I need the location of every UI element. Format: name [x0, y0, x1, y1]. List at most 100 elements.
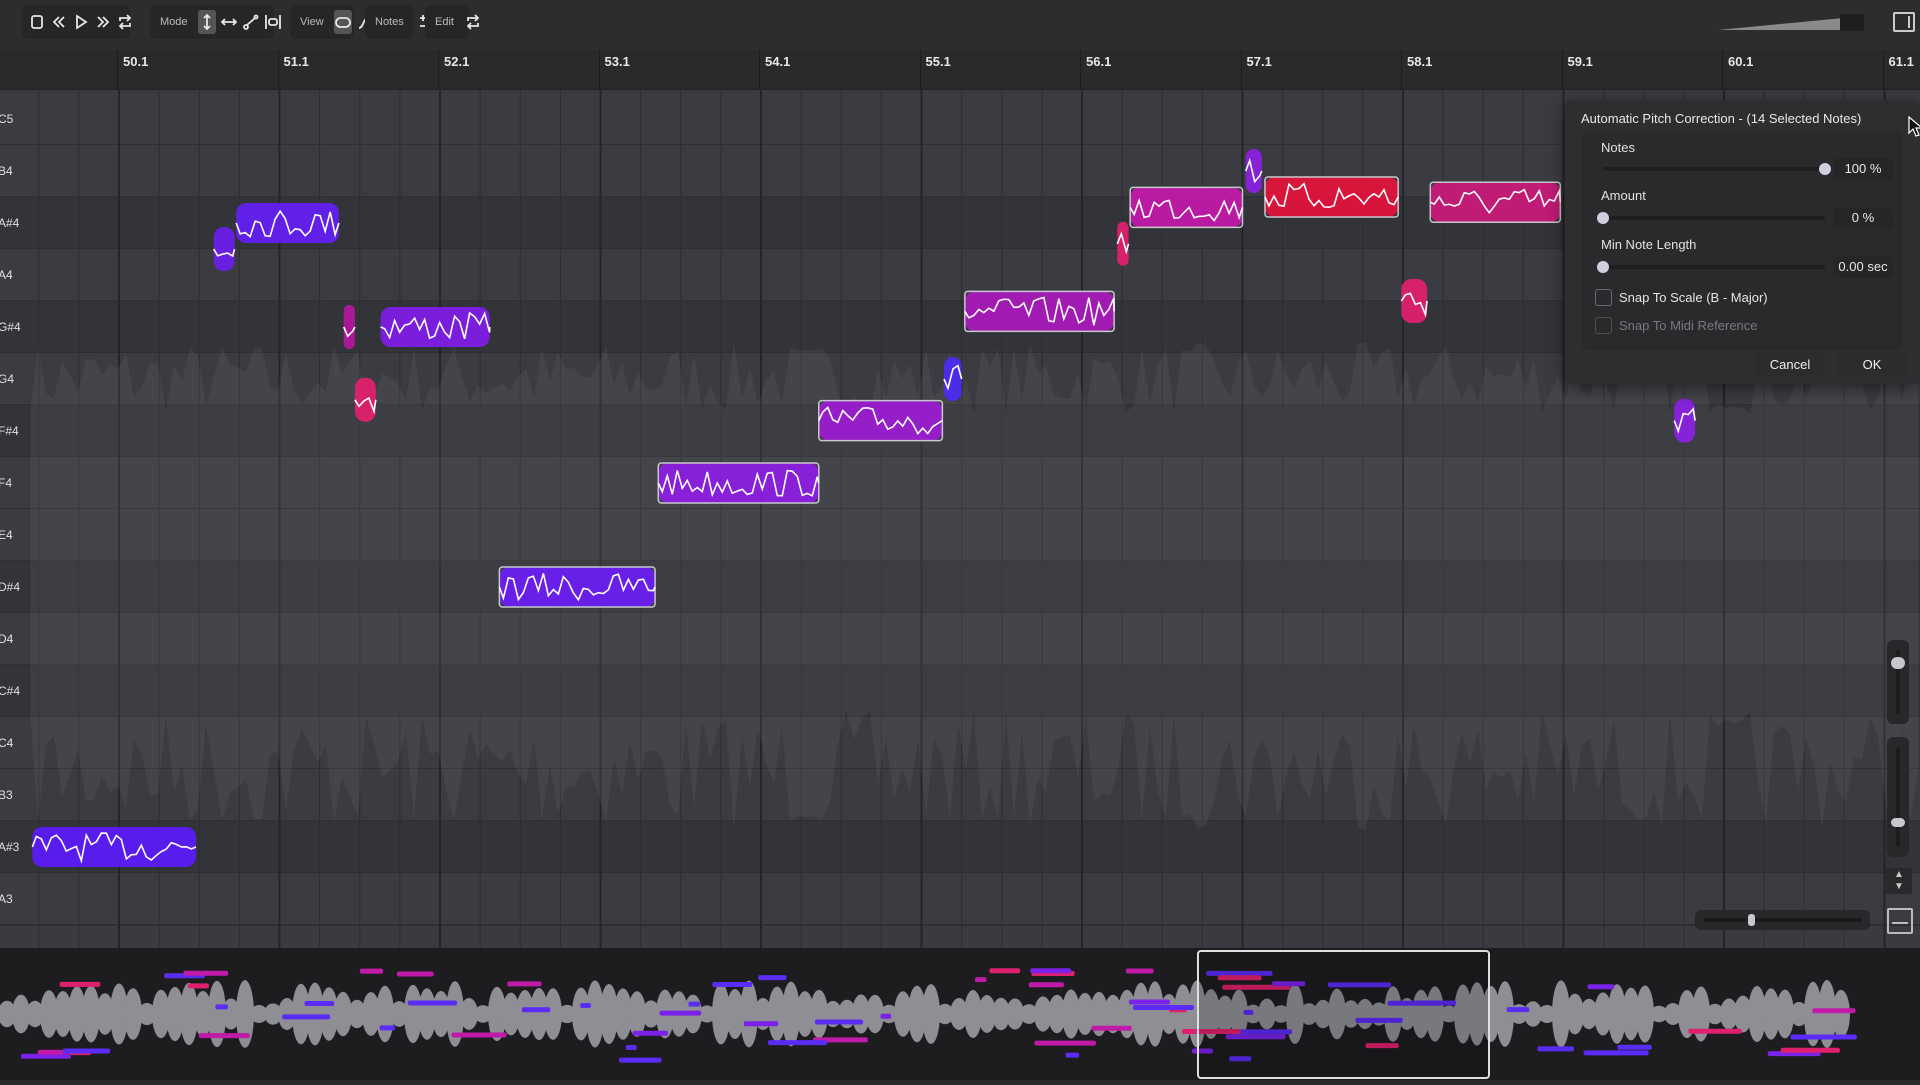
overview-note: [397, 972, 434, 977]
toolbar: Mode View Notes Edit: [0, 0, 1920, 50]
rewind-icon[interactable]: [50, 10, 68, 34]
pitch-tool-icon[interactable]: [198, 10, 216, 34]
amount-slider-label: Amount: [1601, 188, 1646, 203]
overview-strip[interactable]: [0, 948, 1920, 1080]
overview-note: [188, 983, 209, 988]
note-blob: [1401, 279, 1427, 323]
note-body: [214, 227, 235, 271]
mode-label: Mode: [160, 16, 188, 28]
notes-value[interactable]: 100 %: [1833, 158, 1893, 180]
ruler-bar-tick: [1080, 50, 1081, 90]
note-blob: [236, 203, 339, 243]
overview-toggle-icon[interactable]: [1887, 908, 1913, 934]
swap-icon[interactable]: [464, 10, 482, 34]
vertical-scroll-slider[interactable]: [1887, 737, 1909, 857]
note-body: [1246, 149, 1262, 193]
note-body: [1117, 222, 1128, 266]
timeline-ruler[interactable]: 50.151.152.153.154.155.156.157.158.159.1…: [0, 50, 1920, 90]
edit-group: Edit: [425, 5, 469, 39]
notes-slider[interactable]: [1603, 167, 1825, 171]
volume-slider[interactable]: [1718, 12, 1866, 34]
horizontal-zoom-thumb[interactable]: [1748, 914, 1755, 926]
ruler-bar-tick: [1883, 50, 1884, 90]
cancel-button[interactable]: Cancel: [1755, 352, 1825, 378]
ruler-bar-label: 56.1: [1086, 54, 1111, 69]
overview-note: [380, 1025, 395, 1030]
min-note-length-thumb[interactable]: [1597, 261, 1609, 273]
transport-group: [22, 5, 130, 39]
min-note-length-value[interactable]: 0.00 sec: [1833, 256, 1893, 278]
note-blob: [944, 357, 962, 401]
vertical-scroll-thumb[interactable]: [1891, 818, 1905, 827]
loop-icon[interactable]: [116, 10, 134, 34]
notes-group: Notes: [365, 5, 413, 39]
ruler-bar-label: 51.1: [284, 54, 309, 69]
note-blob: [214, 227, 235, 271]
min-note-length-label: Min Note Length: [1601, 237, 1696, 252]
note-blob: [658, 463, 819, 503]
snap-to-midi-label[interactable]: Snap To Midi Reference: [1619, 318, 1758, 333]
amount-slider-thumb[interactable]: [1597, 212, 1609, 224]
overview-note: [1035, 1041, 1096, 1046]
note-body: [1430, 182, 1560, 222]
note-blob: [32, 827, 196, 867]
vertical-zoom-thumb[interactable]: [1891, 657, 1905, 669]
vertical-zoom-slider[interactable]: [1887, 640, 1909, 724]
overview-note: [304, 1001, 334, 1006]
note-body: [658, 463, 819, 503]
note-blob: [965, 291, 1114, 331]
snap-to-scale-checkbox[interactable]: [1595, 289, 1612, 306]
overview-note: [507, 981, 541, 986]
note-blob: [1265, 177, 1398, 217]
blob-view-icon[interactable]: [334, 10, 352, 34]
fast-forward-icon[interactable]: [94, 10, 112, 34]
overview-note: [660, 1011, 702, 1016]
split-tool-icon[interactable]: [264, 10, 282, 34]
ruler-bar-label: 58.1: [1407, 54, 1432, 69]
overview-note: [452, 1032, 507, 1037]
ruler-bar-label: 54.1: [765, 54, 790, 69]
time-tool-icon[interactable]: [220, 10, 238, 34]
overview-note: [975, 977, 986, 982]
edit-label: Edit: [435, 16, 454, 28]
volume-handle[interactable]: [1840, 14, 1864, 31]
overview-note: [744, 1021, 778, 1026]
ok-button[interactable]: OK: [1837, 352, 1907, 378]
dialog-title: Automatic Pitch Correction - (14 Selecte…: [1581, 111, 1861, 126]
pitch-key-label: B4: [0, 164, 13, 178]
overview-note: [688, 1002, 700, 1007]
notes-slider-thumb[interactable]: [1819, 163, 1831, 175]
mode-group: Mode: [150, 5, 274, 39]
pitch-key-label: C4: [0, 736, 13, 750]
overview-note: [1688, 1029, 1741, 1034]
notes-slider-label: Notes: [1601, 140, 1635, 155]
overview-note: [1092, 1026, 1132, 1031]
overview-note: [768, 1040, 827, 1045]
overview-canvas[interactable]: [0, 948, 1920, 1080]
note-blob: [1130, 187, 1242, 227]
stop-icon[interactable]: [28, 10, 46, 34]
scroll-up-down-icon[interactable]: ▲▼: [1886, 868, 1912, 894]
amount-value[interactable]: 0 %: [1833, 207, 1893, 229]
note-body: [1674, 399, 1695, 443]
panel-toggle-icon[interactable]: [1893, 12, 1915, 32]
snap-to-scale-label[interactable]: Snap To Scale (B - Major): [1619, 290, 1768, 305]
horizontal-zoom-slider[interactable]: [1695, 910, 1870, 930]
play-icon[interactable]: [72, 10, 90, 34]
note-body: [819, 401, 943, 441]
min-note-length-slider[interactable]: [1603, 265, 1825, 269]
note-blob: [1117, 222, 1128, 266]
overview-note: [1584, 1050, 1649, 1055]
overview-note: [1133, 1005, 1194, 1010]
ruler-bar-tick: [1401, 50, 1402, 90]
pitch-key-label: G4: [0, 372, 14, 386]
amount-slider[interactable]: [1603, 216, 1825, 220]
pitch-key-label: C#4: [0, 684, 20, 698]
note-blob: [1246, 149, 1262, 193]
overview-note: [1129, 1000, 1170, 1005]
ruler-bar-label: 59.1: [1568, 54, 1593, 69]
snap-to-midi-checkbox[interactable]: [1595, 317, 1612, 334]
line-tool-icon[interactable]: [242, 10, 260, 34]
overview-note: [989, 968, 1020, 973]
pitch-key-label: F4: [0, 476, 12, 490]
